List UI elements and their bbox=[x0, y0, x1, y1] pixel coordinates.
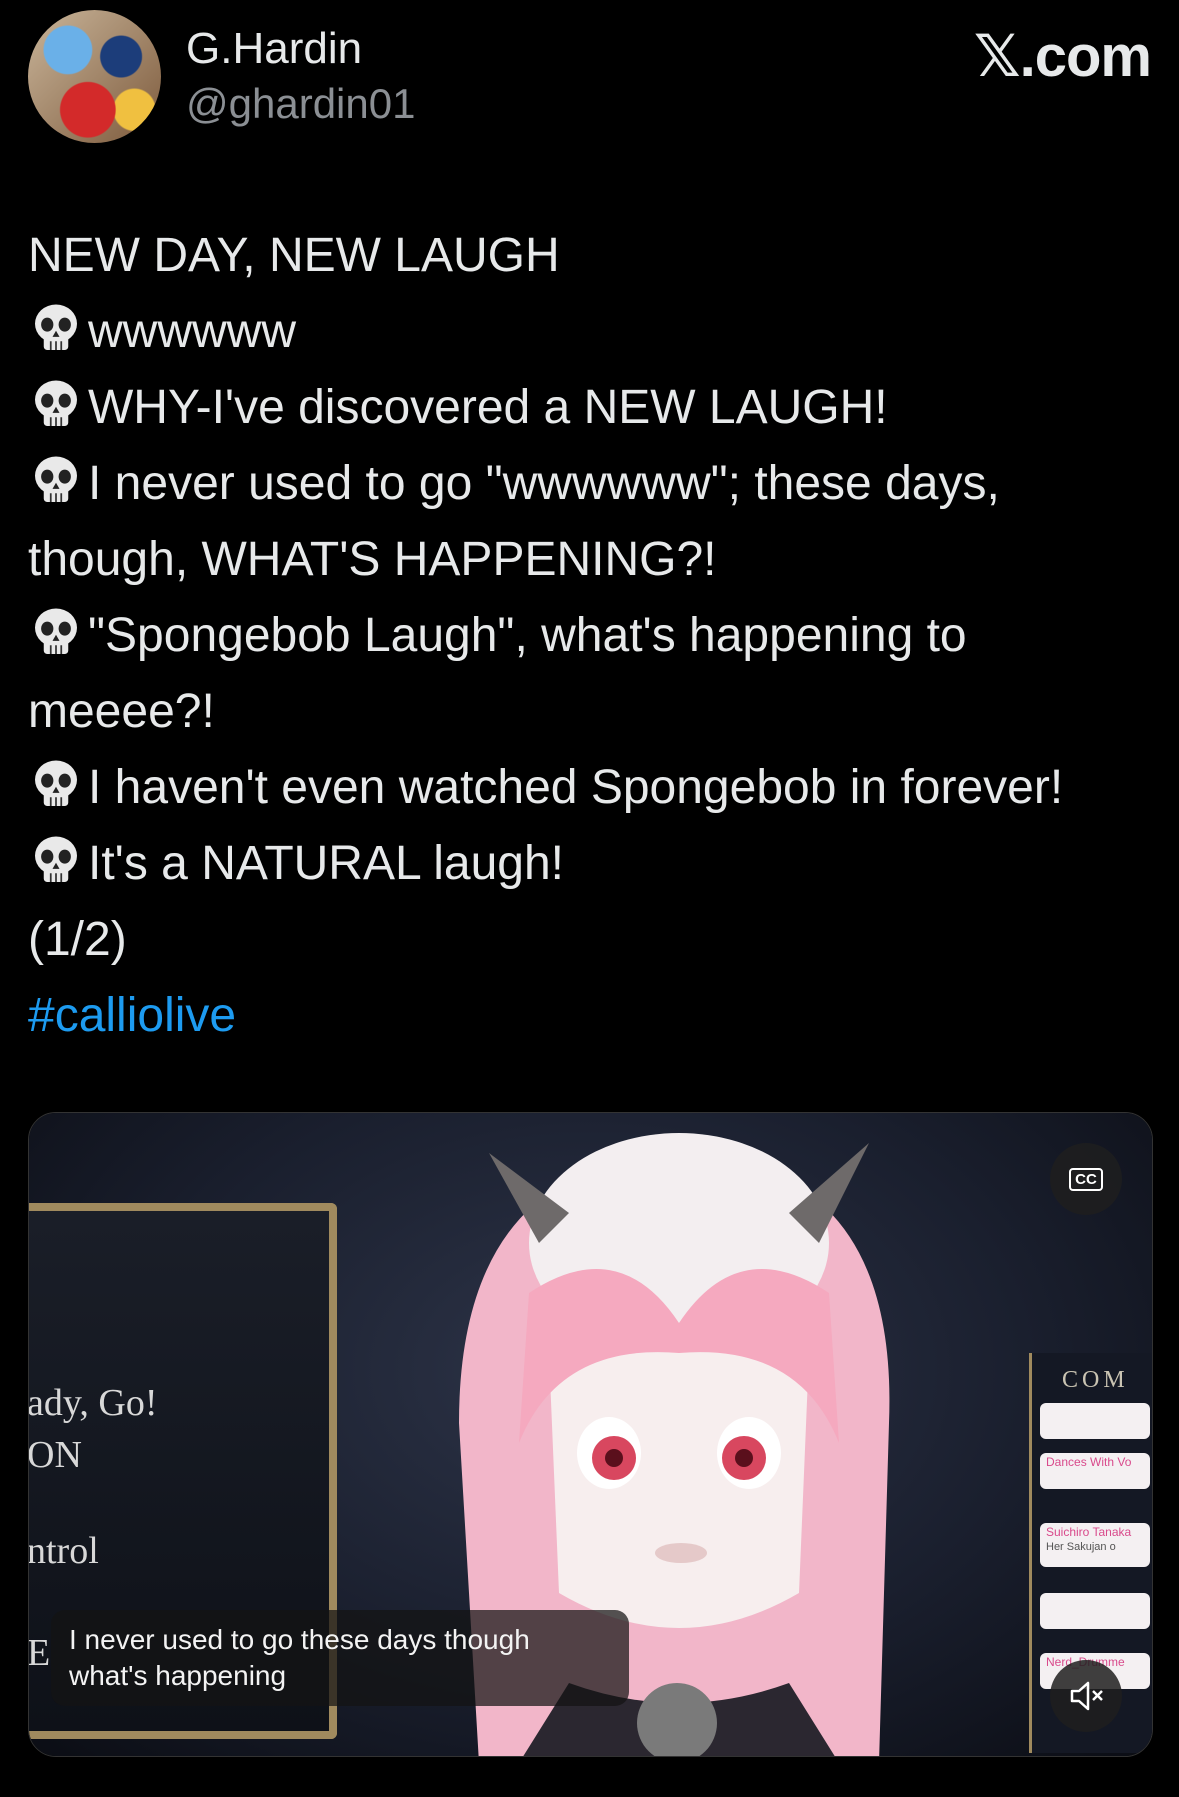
skull-icon bbox=[35, 608, 77, 654]
overlay-text: ON bbox=[28, 1434, 82, 1476]
post-line: "Spongebob Laugh", what's happening to bbox=[28, 598, 1158, 674]
skull-icon bbox=[35, 760, 77, 806]
cc-icon: CC bbox=[1069, 1167, 1103, 1191]
post-line: I haven't even watched Spongebob in fore… bbox=[28, 750, 1158, 826]
skull-icon bbox=[35, 380, 77, 426]
hashtag-link[interactable]: #calliolive bbox=[28, 978, 1158, 1054]
chat-message bbox=[1040, 1403, 1150, 1439]
overlay-text: ntrol bbox=[28, 1530, 99, 1572]
skull-icon bbox=[35, 456, 77, 502]
video-player[interactable]: ady, Go! ON ntrol E COM Dances With Vo S… bbox=[28, 1112, 1153, 1757]
video-caption: I never used to go these days though wha… bbox=[51, 1610, 629, 1706]
post-line: though, WHAT'S HAPPENING?! bbox=[28, 533, 717, 586]
avatar[interactable] bbox=[28, 10, 161, 143]
chat-message: Suichiro Tanaka Her Sakujan o bbox=[1040, 1523, 1150, 1567]
skull-icon bbox=[35, 304, 77, 350]
skull-icon bbox=[35, 836, 77, 882]
mute-button[interactable] bbox=[1050, 1660, 1122, 1732]
post-line: I never used to go "wwwwww"; these days, bbox=[28, 446, 1158, 522]
post-header: G.Hardin @ghardin01 𝕏.com bbox=[28, 10, 1152, 145]
brand-logo: 𝕏.com bbox=[973, 24, 1152, 89]
post-line: It's a NATURAL laugh! bbox=[28, 826, 1158, 902]
overlay-text: E bbox=[28, 1632, 51, 1674]
chat-message bbox=[1040, 1593, 1150, 1629]
chat-message: Dances With Vo bbox=[1040, 1453, 1150, 1489]
post-line: NEW DAY, NEW LAUGH bbox=[28, 229, 560, 282]
display-name[interactable]: G.Hardin bbox=[186, 24, 362, 74]
mute-icon bbox=[1070, 1681, 1103, 1711]
user-handle[interactable]: @ghardin01 bbox=[186, 80, 415, 128]
post-line: wwwwww bbox=[28, 294, 1158, 370]
overlay-text: ady, Go! bbox=[28, 1382, 158, 1424]
post-line: (1/2) bbox=[28, 913, 127, 966]
post-line: WHY-I've discovered a NEW LAUGH! bbox=[28, 370, 1158, 446]
post-line: meeee?! bbox=[28, 685, 215, 738]
post-text: NEW DAY, NEW LAUGH wwwwww WHY-I've disco… bbox=[28, 218, 1158, 1054]
closed-captions-button[interactable]: CC bbox=[1050, 1143, 1122, 1215]
chat-title: COM bbox=[1062, 1367, 1129, 1393]
